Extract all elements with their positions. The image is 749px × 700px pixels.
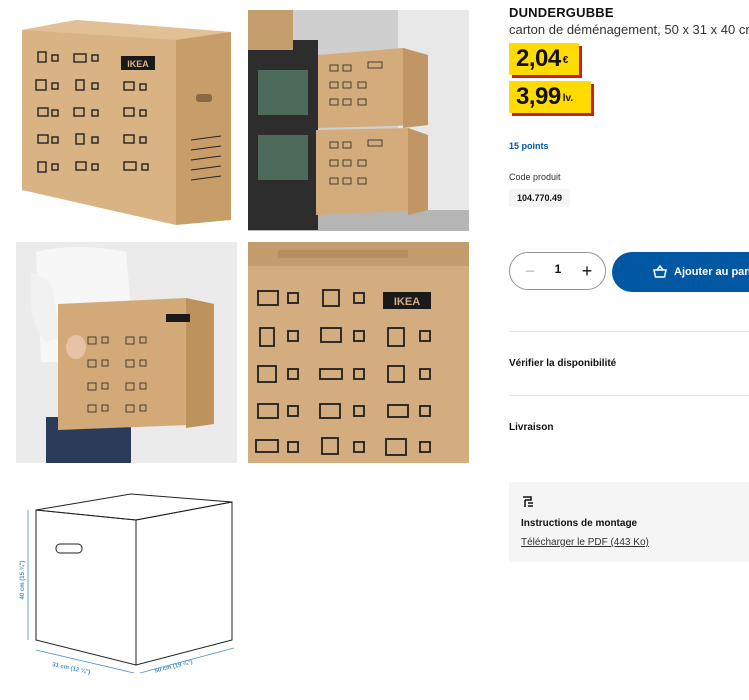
product-image-stacked-boxes[interactable] bbox=[248, 10, 469, 231]
dimension-height-label: 40 cm (15 ¾") bbox=[19, 561, 26, 600]
add-to-cart-button[interactable]: Ajouter au panier bbox=[612, 252, 749, 292]
product-code-value: 104.770.49 bbox=[509, 189, 571, 207]
price-eur-amount: 2,04 bbox=[516, 45, 561, 72]
price-eur: 2,04 € bbox=[509, 43, 579, 75]
divider bbox=[509, 395, 749, 396]
price-bgn: 3,99 lv. bbox=[509, 81, 591, 113]
product-name: DUNDERGUBBE bbox=[509, 5, 614, 20]
quantity-value[interactable]: 1 bbox=[548, 262, 568, 276]
product-image-box-front[interactable]: IKEA bbox=[16, 10, 237, 231]
assembly-instructions-title: Instructions de montage bbox=[521, 518, 638, 529]
product-image-dimensions[interactable]: 40 cm (15 ¾") 31 cm (12 ¼") 50 cm (19 ¾"… bbox=[16, 480, 237, 680]
download-pdf-link[interactable]: Télécharger le PDF (443 Ko) bbox=[521, 537, 649, 548]
quantity-decrease-button[interactable]: − bbox=[520, 261, 540, 281]
price-eur-currency: € bbox=[562, 55, 569, 66]
quantity-increase-button[interactable]: + bbox=[577, 261, 597, 281]
product-code-label: Code produit bbox=[509, 172, 561, 182]
add-to-cart-label: Ajouter au panier bbox=[674, 266, 749, 278]
quantity-stepper: − 1 + bbox=[509, 252, 606, 290]
product-image-icons-closeup[interactable]: IKEA bbox=[248, 242, 469, 463]
box-brand-mark: IKEA bbox=[127, 59, 149, 69]
assembly-instructions-card: Instructions de montage Télécharger le P… bbox=[509, 482, 749, 562]
stacked-boxes-photo bbox=[248, 10, 469, 231]
icons-closeup-photo: IKEA bbox=[248, 242, 469, 463]
product-info-panel: DUNDERGUBBE carton de déménagement, 50 x… bbox=[509, 0, 749, 700]
check-availability-link[interactable]: Vérifier la disponibilité bbox=[509, 358, 616, 369]
assembly-instructions-icon bbox=[523, 496, 533, 507]
box-front-illustration: IKEA bbox=[22, 20, 231, 225]
dimension-width-label: 50 cm (19 ¾") bbox=[154, 658, 193, 674]
price-bgn-amount: 3,99 bbox=[516, 83, 561, 110]
product-image-person-carrying[interactable] bbox=[16, 242, 237, 463]
product-description: carton de déménagement, 50 x 31 x 40 cm bbox=[509, 22, 749, 37]
price-bgn-currency: lv. bbox=[562, 93, 574, 104]
person-carrying-photo bbox=[16, 242, 237, 463]
closeup-brand-mark: IKEA bbox=[394, 296, 420, 308]
dimension-depth-label: 31 cm (12 ¼") bbox=[52, 661, 91, 676]
divider bbox=[509, 331, 749, 332]
dimensions-drawing: 40 cm (15 ¾") 31 cm (12 ¼") 50 cm (19 ¾"… bbox=[19, 493, 235, 676]
loyalty-points[interactable]: 15 points bbox=[509, 141, 549, 151]
basket-icon bbox=[653, 264, 667, 278]
delivery-link[interactable]: Livraison bbox=[509, 422, 553, 433]
